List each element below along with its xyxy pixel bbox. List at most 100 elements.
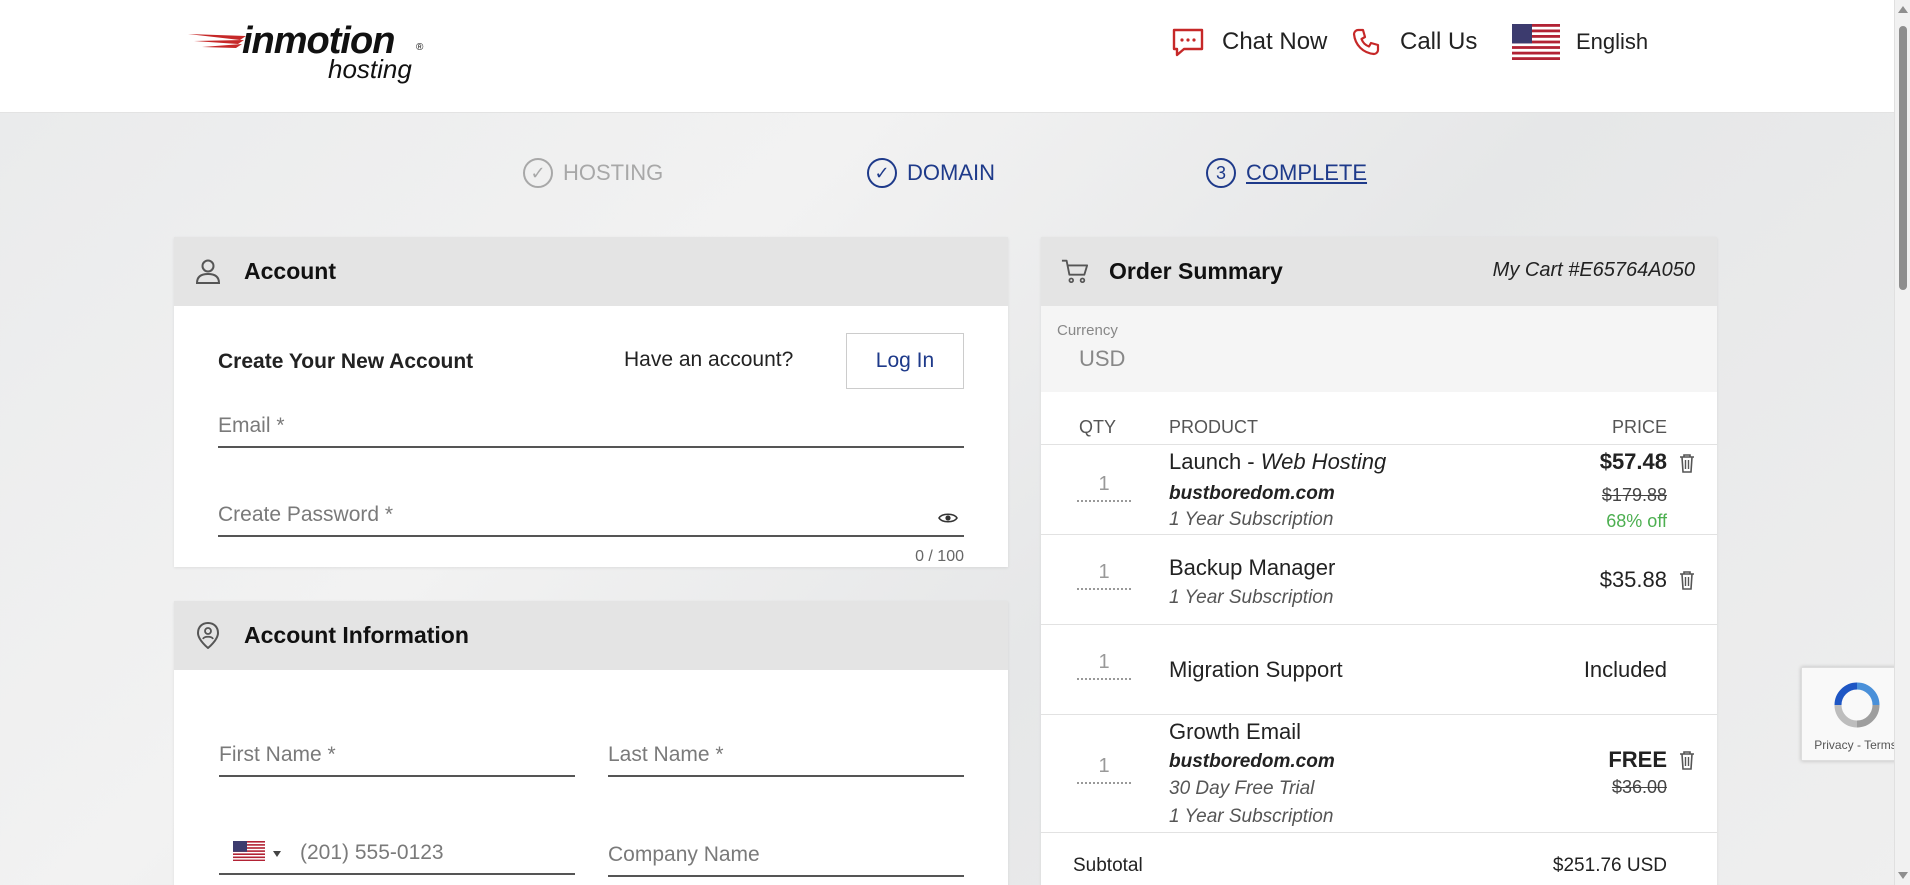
subtotal-row: Subtotal $251.76 USD (1041, 832, 1717, 885)
step-complete-label: COMPLETE (1246, 160, 1368, 185)
last-name-field[interactable]: Last Name * (608, 731, 964, 777)
user-icon (195, 259, 221, 284)
country-flag-us-icon[interactable] (233, 841, 265, 861)
chat-now-link[interactable]: Chat Now (1172, 24, 1327, 60)
item-subscription: 1 Year Subscription (1169, 509, 1334, 530)
column-header-qty: QTY (1079, 417, 1117, 437)
scroll-down-arrow-icon[interactable] (1898, 872, 1908, 879)
order-item-row: 1 Backup Manager 1 Year Subscription $35… (1041, 534, 1717, 624)
item-price: FREE (1608, 747, 1667, 772)
shopping-cart-icon (1061, 259, 1089, 284)
recaptcha-separator: - (1853, 738, 1865, 752)
check-circle-icon: ✓ (523, 158, 553, 188)
scroll-up-arrow-icon[interactable] (1898, 6, 1908, 13)
item-subscription: 1 Year Subscription (1169, 806, 1334, 827)
item-qty[interactable]: 1 (1077, 473, 1131, 502)
step-domain[interactable]: ✓ DOMAIN (867, 158, 995, 188)
chat-now-label: Chat Now (1222, 28, 1328, 55)
account-information-header: Account Information (174, 601, 1008, 670)
trash-icon[interactable] (1679, 453, 1695, 473)
currency-value: USD (1079, 346, 1126, 371)
item-original-price: $36.00 (1611, 777, 1667, 797)
item-name-type: Web Hosting (1260, 449, 1387, 474)
language-label: English (1576, 29, 1649, 54)
item-qty[interactable]: 1 (1077, 651, 1131, 680)
email-field[interactable]: Email * (218, 400, 964, 448)
currency-label: Currency (1057, 322, 1118, 339)
order-item-row: 1 Migration Support Included (1041, 624, 1717, 714)
last-name-placeholder: Last Name * (608, 743, 724, 766)
page-scrollbar[interactable] (1894, 0, 1910, 885)
item-domain: bustboredom.com (1169, 751, 1335, 772)
logo-word-hosting: hosting (328, 54, 412, 84)
inmotion-hosting-logo[interactable]: inmotion ® hosting (188, 20, 428, 86)
trash-icon[interactable] (1679, 750, 1695, 770)
first-name-field[interactable]: First Name * (219, 731, 575, 777)
us-flag-icon (1512, 24, 1560, 60)
item-qty[interactable]: 1 (1077, 755, 1131, 784)
item-price: Included (1583, 657, 1667, 682)
currency-selector[interactable]: Currency USD (1041, 306, 1717, 392)
item-original-price: $179.88 (1601, 485, 1667, 505)
subtotal-value: $251.76 USD (1552, 855, 1667, 876)
item-name: Migration Support (1169, 657, 1343, 682)
password-field[interactable]: Create Password * (218, 489, 964, 537)
logo-registered-mark: ® (416, 42, 424, 53)
trash-icon[interactable] (1679, 570, 1695, 590)
log-in-button[interactable]: Log In (846, 333, 964, 389)
order-summary-title: Order Summary (1109, 258, 1283, 284)
item-name: Growth Email (1169, 719, 1302, 744)
password-placeholder: Create Password * (218, 503, 394, 526)
item-price: $57.48 (1599, 449, 1667, 474)
password-char-counter: 0 / 100 (915, 548, 964, 565)
account-panel-title: Account (244, 258, 336, 284)
recaptcha-links: Privacy - Terms (1802, 738, 1909, 752)
item-qty[interactable]: 1 (1077, 561, 1131, 590)
item-trial: 30 Day Free Trial (1169, 778, 1315, 799)
item-name: Launch - Web Hosting (1169, 449, 1386, 475)
subtotal-label: Subtotal (1073, 855, 1143, 876)
item-discount: 68% off (1606, 511, 1667, 531)
check-circle-icon: ✓ (867, 158, 897, 188)
recaptcha-logo-icon (1834, 682, 1880, 728)
item-name: Backup Manager (1169, 555, 1336, 580)
company-name-field[interactable]: Company Name (608, 831, 964, 877)
step-hosting[interactable]: ✓ HOSTING (523, 158, 663, 188)
order-summary-header: Order Summary My Cart #E65764A050 (1041, 237, 1717, 306)
show-password-eye-icon[interactable] (938, 511, 958, 525)
cart-number: My Cart #E65764A050 (1492, 259, 1695, 281)
logo-swoosh-icon (188, 34, 246, 48)
account-information-panel: Account Information First Name * Last Na… (174, 601, 1008, 885)
order-item-row: 1 Growth Email bustboredom.com 30 Day Fr… (1041, 714, 1717, 832)
step-complete[interactable]: 3 COMPLETE (1206, 158, 1367, 188)
first-name-placeholder: First Name * (219, 743, 336, 766)
create-account-heading: Create Your New Account (218, 350, 474, 373)
item-domain: bustboredom.com (1169, 483, 1335, 504)
step-domain-label: DOMAIN (907, 160, 995, 185)
phone-placeholder: (201) 555-0123 (300, 841, 444, 864)
order-summary-panel: Order Summary My Cart #E65764A050 Curren… (1041, 237, 1717, 885)
recaptcha-privacy-link[interactable]: Privacy (1814, 738, 1853, 752)
column-header-price: PRICE (1611, 417, 1667, 437)
company-name-placeholder: Company Name (608, 843, 760, 866)
item-name-main: Launch - (1169, 449, 1261, 474)
column-header-product: PRODUCT (1169, 417, 1258, 437)
recaptcha-terms-link[interactable]: Terms (1864, 738, 1897, 752)
item-subscription: 1 Year Subscription (1169, 587, 1334, 608)
email-placeholder: Email * (218, 414, 285, 437)
chat-bubble-icon (1172, 28, 1204, 57)
country-dropdown-caret-icon[interactable] (273, 851, 281, 857)
site-header: inmotion ® hosting Chat Now Call Us Engl… (0, 0, 1894, 113)
account-information-title: Account Information (244, 622, 469, 648)
language-selector[interactable]: English (1512, 24, 1648, 60)
item-price: $35.88 (1599, 567, 1667, 592)
call-us-link[interactable]: Call Us (1352, 24, 1477, 60)
phone-icon (1352, 28, 1380, 56)
call-us-label: Call Us (1400, 28, 1478, 55)
step-number-circle: 3 (1206, 158, 1236, 188)
scrollbar-thumb[interactable] (1899, 26, 1907, 290)
account-panel-header: Account (174, 237, 1008, 306)
have-account-text: Have an account? (624, 348, 794, 371)
location-person-icon (196, 621, 220, 649)
phone-field[interactable]: (201) 555-0123 (219, 829, 575, 875)
